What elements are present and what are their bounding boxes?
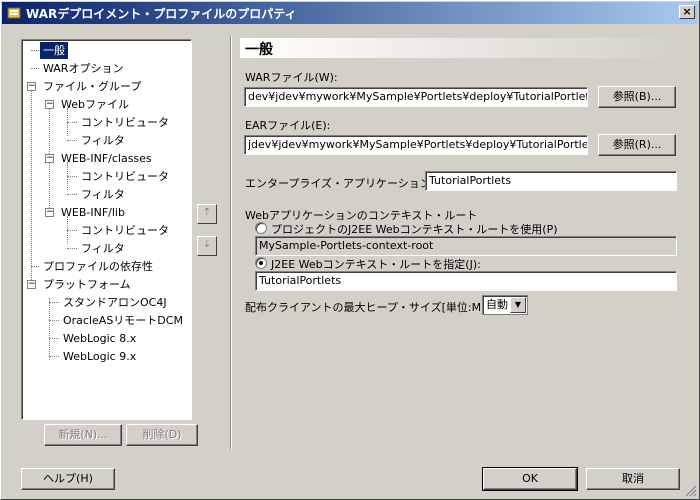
specify-root-label[interactable]: J2EE Webコンテキスト・ルートを指定(J): bbox=[271, 256, 481, 272]
tree-item-platform[interactable]: プラットフォーム bbox=[43, 276, 131, 293]
tree-connector bbox=[67, 122, 77, 123]
delete-button[interactable]: 削除(D) bbox=[126, 424, 198, 446]
war-browse-button[interactable]: 参照(B)... bbox=[598, 86, 676, 108]
tree-item-contributors[interactable]: コントリビュータ bbox=[81, 222, 169, 239]
cancel-button[interactable]: 取消 bbox=[586, 468, 680, 490]
collapse-icon[interactable]: − bbox=[45, 154, 54, 163]
tree-item-web-inf-classes[interactable]: WEB-INF/classes bbox=[61, 150, 152, 167]
tree-item-profile-dependencies[interactable]: プロファイルの依存性 bbox=[43, 258, 153, 275]
tree-item-contributors[interactable]: コントリビュータ bbox=[81, 168, 169, 185]
heading-band bbox=[240, 38, 681, 58]
tree-item-weblogic-9[interactable]: WebLogic 9.x bbox=[63, 348, 136, 365]
heap-size-value: 自動 bbox=[486, 298, 508, 311]
tree-connector bbox=[49, 338, 59, 339]
ear-browse-button[interactable]: 参照(R)... bbox=[598, 134, 676, 156]
tree-connector bbox=[67, 248, 77, 249]
tree-item-web-inf-lib[interactable]: WEB-INF/lib bbox=[61, 204, 125, 221]
tree-item-filters[interactable]: フィルタ bbox=[81, 186, 125, 203]
tree-connector bbox=[31, 86, 32, 282]
tree-item-contributors[interactable]: コントリビュータ bbox=[81, 114, 169, 131]
page-title: 一般 bbox=[245, 42, 273, 58]
chevron-down-icon[interactable]: ▼ bbox=[510, 297, 526, 313]
resize-grip-icon[interactable] bbox=[685, 485, 697, 497]
app-icon bbox=[7, 7, 21, 19]
tree-item-standalone-oc4j[interactable]: スタンドアロンOC4J bbox=[63, 294, 167, 311]
tree-item-filters[interactable]: フィルタ bbox=[81, 132, 125, 149]
use-project-root-label[interactable]: プロジェクトのJ2EE Webコンテキスト・ルートを使用(P) bbox=[271, 221, 558, 237]
tree-item-weblogic-8[interactable]: WebLogic 8.x bbox=[63, 330, 136, 347]
new-button[interactable]: 新規(N)... bbox=[44, 424, 122, 446]
specify-root-radio[interactable] bbox=[255, 257, 267, 269]
tree-connector bbox=[67, 194, 77, 195]
tree-connector bbox=[67, 176, 77, 177]
tree-item-filters[interactable]: フィルタ bbox=[81, 240, 125, 257]
collapse-icon[interactable]: − bbox=[45, 100, 54, 109]
tree-connector bbox=[49, 298, 50, 360]
move-up-button[interactable]: ⇡ bbox=[197, 204, 217, 224]
close-button[interactable]: × bbox=[679, 5, 695, 19]
tree-item-file-groups[interactable]: ファイル・グループ bbox=[43, 78, 141, 95]
move-down-button[interactable]: ⇣ bbox=[197, 236, 217, 256]
tree-item-general[interactable]: 一般 bbox=[39, 41, 69, 60]
tree-item-war-options[interactable]: WARオプション bbox=[43, 60, 123, 77]
heap-size-label: 配布クライアントの最大ヒープ・サイズ[単位:MB](X): bbox=[245, 301, 513, 314]
tree-connector bbox=[49, 356, 59, 357]
app-name-field[interactable]: TutorialPortlets bbox=[425, 171, 677, 191]
project-root-field: MySample-Portlets-context-root bbox=[255, 236, 677, 256]
tree-connector bbox=[67, 140, 77, 141]
window-title: WARデプロイメント・プロファイルのプロパティ bbox=[26, 6, 297, 21]
heap-size-select[interactable]: 自動 ▼ bbox=[482, 295, 528, 315]
category-tree[interactable]: − − − − − 一般 WARオプション ファイル・グループ Webファイル … bbox=[21, 39, 192, 420]
collapse-icon[interactable]: − bbox=[45, 208, 54, 217]
war-file-field[interactable]: dev¥jdev¥mywork¥MySample¥Portlets¥deploy… bbox=[244, 87, 588, 107]
tree-connector bbox=[49, 320, 59, 321]
tree-connector bbox=[31, 266, 39, 267]
tree-connector bbox=[67, 230, 77, 231]
tree-connector bbox=[31, 68, 39, 69]
properties-dialog: WARデプロイメント・プロファイルのプロパティ × − − − − − 一般 W… bbox=[0, 0, 700, 500]
collapse-icon[interactable]: − bbox=[27, 82, 36, 91]
ok-button[interactable]: OK bbox=[482, 467, 578, 491]
use-project-root-radio[interactable] bbox=[255, 222, 267, 234]
ear-file-label: EARファイル(E): bbox=[245, 119, 331, 132]
war-file-label: WARファイル(W): bbox=[245, 71, 338, 84]
help-button[interactable]: ヘルプ(H) bbox=[21, 468, 115, 490]
tree-item-oracleas-remote-dcm[interactable]: OracleASリモートDCM bbox=[63, 312, 183, 329]
tree-connector bbox=[31, 50, 39, 51]
title-bar: WARデプロイメント・プロファイルのプロパティ × bbox=[2, 2, 698, 24]
panel-divider bbox=[230, 37, 232, 449]
tree-item-web-files[interactable]: Webファイル bbox=[61, 96, 129, 113]
specify-root-field[interactable]: TutorialPortlets bbox=[255, 271, 677, 291]
ear-file-field[interactable]: jdev¥jdev¥mywork¥MySample¥Portlets¥deplo… bbox=[244, 135, 588, 155]
collapse-icon[interactable]: − bbox=[27, 280, 36, 289]
tree-connector bbox=[49, 302, 59, 303]
